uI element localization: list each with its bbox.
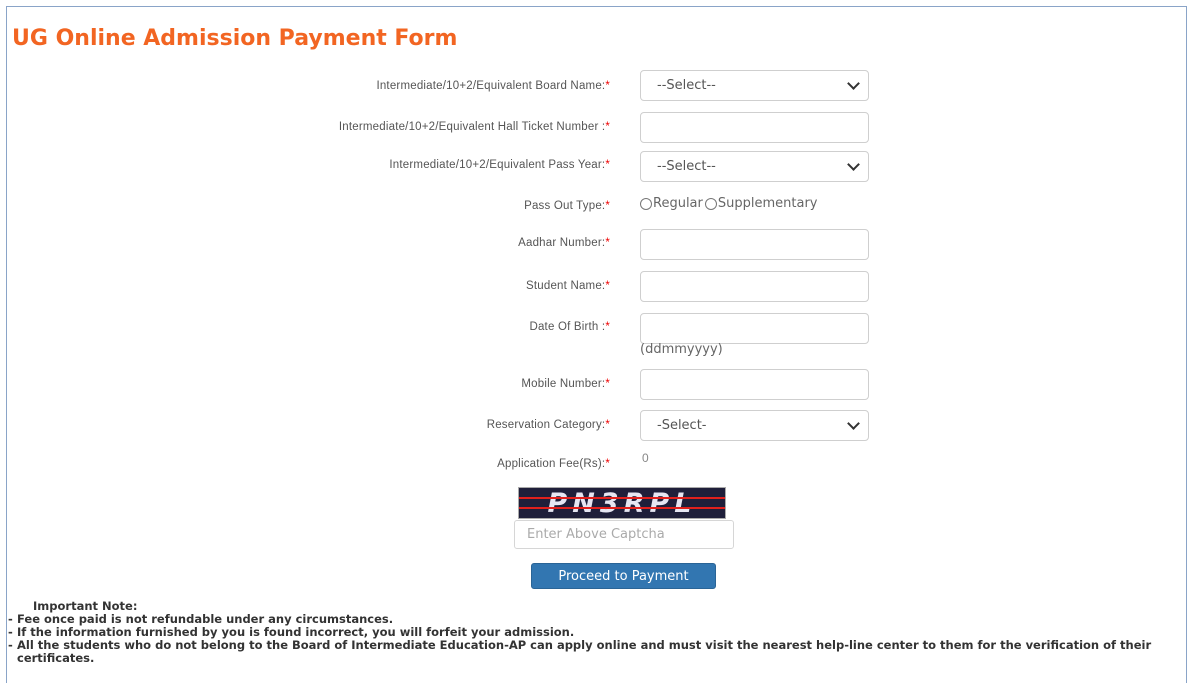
student-name-input[interactable]: [640, 271, 869, 302]
radio-supplementary-label: Supplementary: [717, 196, 818, 211]
pass-year-select[interactable]: --Select--: [640, 151, 869, 182]
application-fee-value: 0: [642, 451, 649, 465]
radio-supplementary[interactable]: [704, 197, 717, 210]
chevron-down-icon: [847, 77, 860, 90]
aadhar-label: Aadhar Number:*: [518, 237, 610, 249]
proceed-to-payment-button[interactable]: Proceed to Payment: [531, 563, 716, 589]
page-title: UG Online Admission Payment Form: [12, 26, 458, 51]
pass-year-label: Intermediate/10+2/Equivalent Pass Year:*: [389, 159, 610, 171]
captcha-input[interactable]: [514, 520, 734, 549]
student-name-label: Student Name:*: [526, 280, 610, 292]
chevron-down-icon: [847, 158, 860, 171]
application-fee-label: Application Fee(Rs):*: [497, 458, 610, 470]
board-name-label: Intermediate/10+2/Equivalent Board Name:…: [376, 80, 610, 92]
aadhar-input[interactable]: [640, 229, 869, 260]
hall-ticket-label: Intermediate/10+2/Equivalent Hall Ticket…: [338, 121, 610, 133]
dob-format-hint: (ddmmyyyy): [640, 342, 723, 357]
pass-year-select-value: --Select--: [657, 159, 716, 174]
important-notes: Important Note: Fee once paid is not ref…: [8, 600, 1188, 665]
notes-list: Fee once paid is not refundable under an…: [8, 613, 1188, 665]
chevron-down-icon: [847, 417, 860, 430]
pass-out-type-radio-group: Regular Supplementary: [640, 196, 817, 211]
mobile-input[interactable]: [640, 369, 869, 400]
radio-regular-label: Regular: [653, 196, 703, 211]
hall-ticket-input[interactable]: [640, 112, 869, 143]
dob-input[interactable]: [640, 313, 869, 344]
captcha-noise-line: [519, 507, 725, 509]
mobile-label: Mobile Number:*: [521, 378, 610, 390]
captcha-noise-line: [519, 497, 725, 499]
reservation-category-label: Reservation Category:*: [486, 419, 610, 431]
captcha-image: PN3RPL: [518, 487, 726, 519]
dob-label: Date Of Birth :*: [529, 321, 610, 333]
board-name-select[interactable]: --Select--: [640, 70, 869, 101]
reservation-category-select[interactable]: -Select-: [640, 410, 869, 441]
board-name-select-value: --Select--: [657, 78, 716, 93]
radio-regular[interactable]: [640, 197, 652, 210]
list-item: All the students who do not belong to th…: [8, 639, 1188, 665]
captcha-text: PN3RPL: [547, 487, 697, 519]
pass-out-type-label: Pass Out Type:*: [524, 200, 610, 212]
reservation-category-select-value: -Select-: [657, 418, 707, 433]
